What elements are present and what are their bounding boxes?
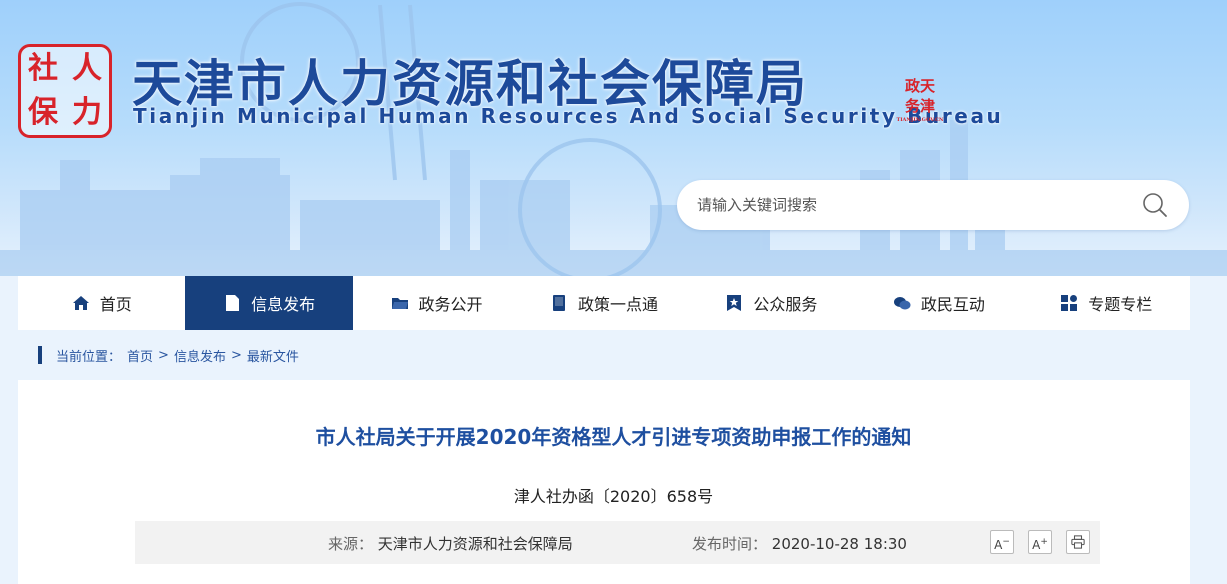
- increase-font-button[interactable]: A+: [1028, 530, 1052, 554]
- book-icon: [550, 294, 568, 312]
- site-header: 社 人 保 力 天津市人力资源和社会保障局 Tianjin Municipal …: [0, 0, 1227, 276]
- article-source: 来源： 天津市人力资源和社会保障局: [328, 533, 573, 554]
- breadcrumb-link-info[interactable]: 信息发布: [174, 346, 226, 365]
- bureau-logo-seal[interactable]: 社 人 保 力: [18, 44, 112, 138]
- breadcrumb-link-latest[interactable]: 最新文件: [247, 346, 299, 365]
- badge-char: 政: [905, 77, 920, 95]
- nav-item-interaction[interactable]: 政民互动: [855, 276, 1022, 330]
- printer-icon: [1071, 535, 1085, 549]
- minus-sign: −: [1002, 537, 1010, 547]
- document-icon: [223, 294, 241, 312]
- breadcrumb-separator: >: [158, 348, 169, 363]
- article-title: 市人社局关于开展2020年资格型人才引进专项资助申报工作的通知: [0, 421, 1227, 450]
- logo-char: 人: [65, 47, 109, 91]
- nav-item-label: 信息发布: [251, 291, 315, 315]
- tianjin-gov-badge[interactable]: 政天 务津 TIANJIN.GOV.CN: [896, 76, 944, 122]
- time-label: 发布时间：: [692, 535, 767, 553]
- nav-item-label: 公众服务: [753, 291, 817, 315]
- breadcrumb-link-home[interactable]: 首页: [127, 346, 153, 365]
- nav-item-special-topics[interactable]: 专题专栏: [1023, 276, 1190, 330]
- search-icon[interactable]: [1142, 192, 1168, 218]
- badge-char: 津: [920, 97, 935, 115]
- badge-char: 天: [920, 77, 935, 95]
- source-label: 来源：: [328, 535, 373, 553]
- breadcrumb-prefix: 当前位置：: [56, 346, 121, 365]
- nav-item-label: 专题专栏: [1088, 291, 1152, 315]
- search-box: [677, 180, 1189, 230]
- nav-item-label: 政务公开: [419, 291, 483, 315]
- nav-item-label: 政民互动: [921, 291, 985, 315]
- nav-item-policy[interactable]: 政策一点通: [520, 276, 687, 330]
- search-input[interactable]: [697, 180, 1137, 230]
- nav-item-label: 首页: [100, 291, 132, 315]
- nav-item-info-release[interactable]: 信息发布: [185, 276, 352, 330]
- decrease-font-button[interactable]: A−: [990, 530, 1014, 554]
- main-nav: 首页 信息发布 政务公开 政策一点通 公众服务: [18, 276, 1190, 330]
- grid-icon: [1060, 294, 1078, 312]
- home-icon: [72, 294, 90, 312]
- time-value: 2020-10-28 18:30: [772, 535, 907, 553]
- nav-item-public-service[interactable]: 公众服务: [688, 276, 855, 330]
- document-number: 津人社办函〔2020〕658号: [0, 483, 1227, 507]
- print-button[interactable]: [1066, 530, 1090, 554]
- breadcrumb-marker: [38, 346, 42, 364]
- logo-char: 保: [21, 91, 65, 135]
- source-value: 天津市人力资源和社会保障局: [378, 535, 573, 553]
- city-skyline-illustration: [0, 0, 1227, 276]
- star-badge-icon: [725, 294, 743, 312]
- folder-icon: [391, 294, 409, 312]
- breadcrumb: 当前位置： 首页 > 信息发布 > 最新文件: [38, 345, 299, 365]
- article-meta-bar: [135, 521, 1100, 564]
- plus-sign: +: [1040, 537, 1048, 547]
- article-publish-time: 发布时间： 2020-10-28 18:30: [692, 533, 907, 554]
- logo-char: 力: [65, 91, 109, 135]
- nav-item-home[interactable]: 首页: [18, 276, 185, 330]
- site-title-en: Tianjin Municipal Human Resources And So…: [133, 104, 1003, 128]
- nav-item-gov-affairs[interactable]: 政务公开: [353, 276, 520, 330]
- nav-item-label: 政策一点通: [578, 291, 658, 315]
- logo-char: 社: [21, 47, 65, 91]
- chat-icon: [893, 294, 911, 312]
- badge-char: 务: [905, 97, 920, 115]
- badge-tag: TIANJIN.GOV.CN: [896, 116, 944, 124]
- breadcrumb-separator: >: [231, 348, 242, 363]
